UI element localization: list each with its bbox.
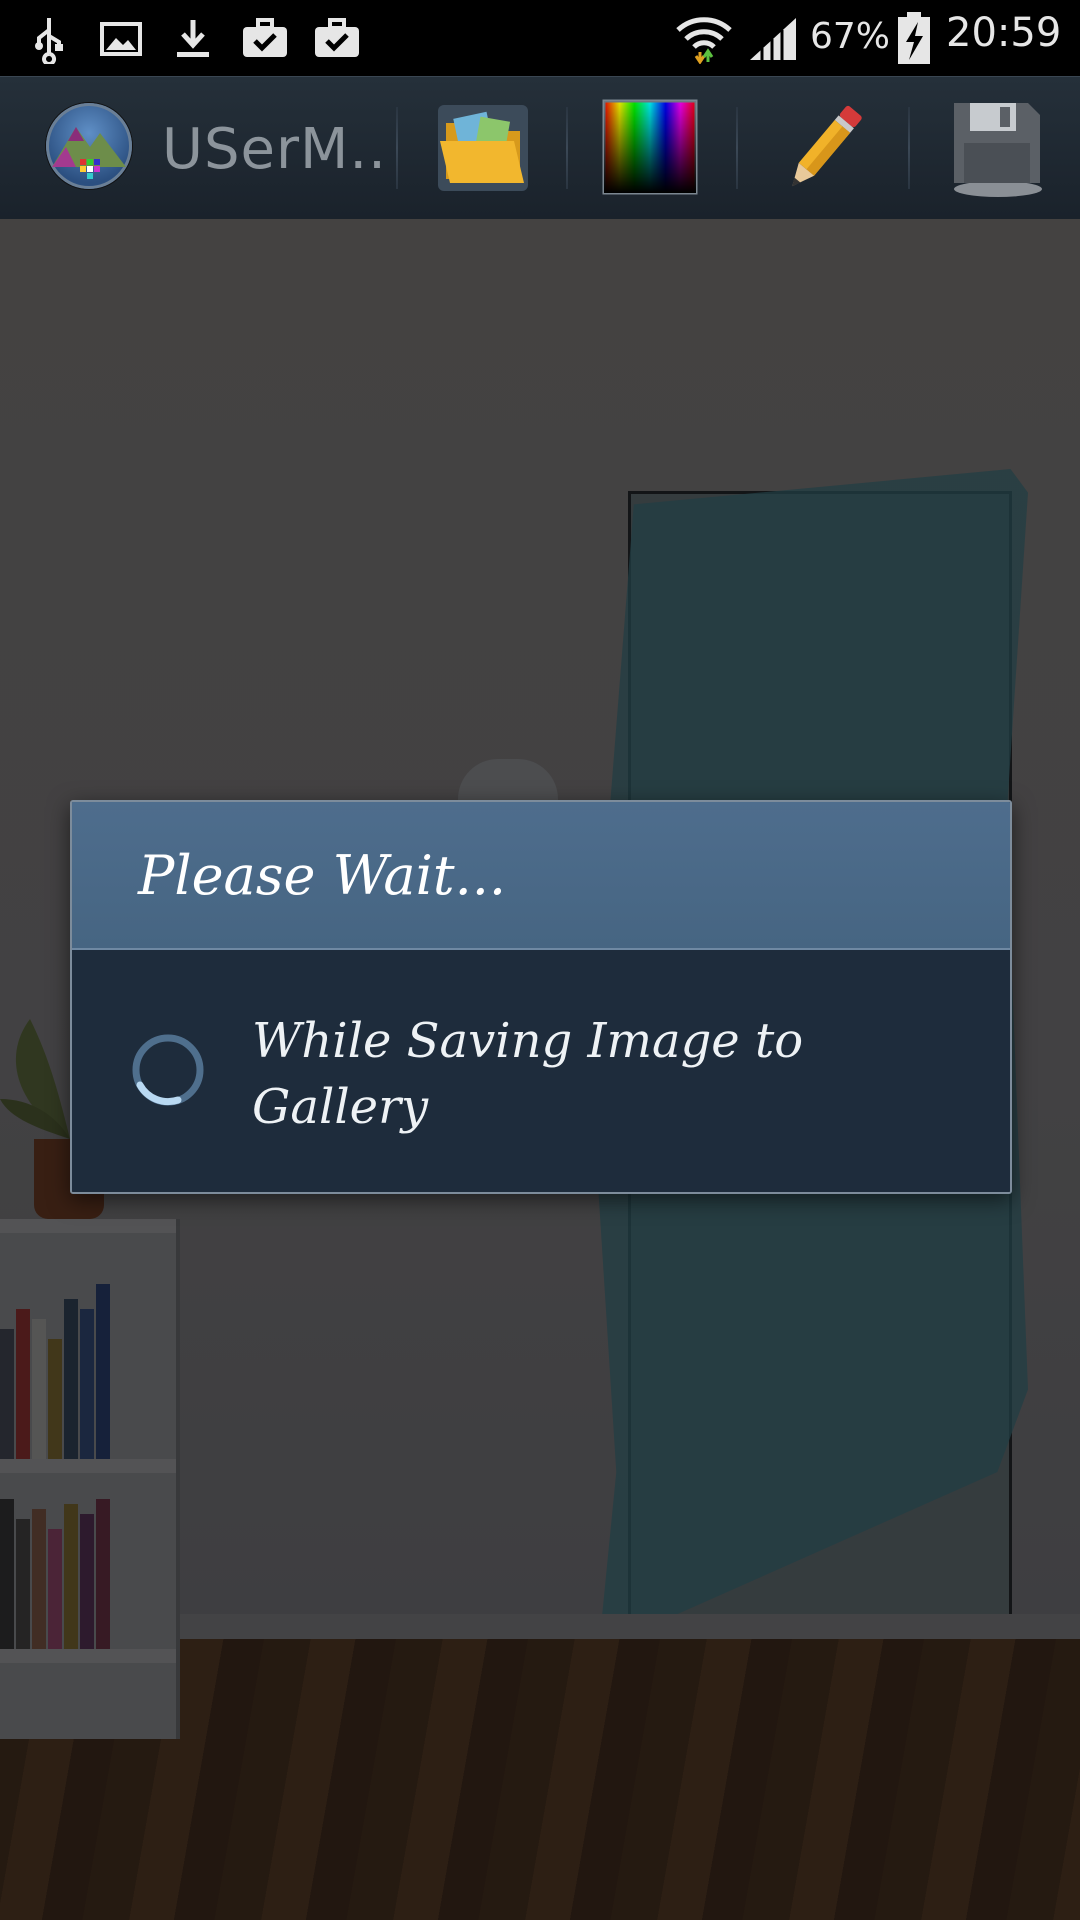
clock: 20:59	[946, 10, 1062, 56]
dialog-body: While Saving Image to Gallery	[72, 950, 1010, 1192]
image-icon	[100, 22, 142, 56]
loading-spinner-icon	[132, 1034, 204, 1106]
dialog-header: Please Wait...	[72, 802, 1010, 950]
toolbar-divider	[566, 107, 568, 189]
usb-icon	[35, 18, 63, 64]
progress-dialog: Please Wait... While Saving Image to Gal…	[70, 800, 1012, 1194]
app-title: USerM..	[162, 117, 387, 182]
save-disk-icon[interactable]	[940, 93, 1050, 203]
dialog-message: While Saving Image to Gallery	[252, 1013, 804, 1135]
download-icon	[177, 20, 209, 57]
toolbar-divider	[736, 107, 738, 189]
dialog-title: Please Wait...	[138, 844, 507, 907]
battery-percent: 67%	[810, 16, 891, 57]
wifi-icon	[676, 17, 732, 64]
toolbar-divider	[908, 107, 910, 189]
toolbar-divider	[396, 107, 398, 189]
briefcase-check-icon	[243, 18, 287, 57]
app-bar: USerM..	[0, 76, 1080, 221]
color-picker-icon[interactable]	[600, 97, 700, 197]
status-bar: 67% 20:59	[0, 0, 1080, 76]
briefcase-check-icon	[315, 18, 359, 57]
pencil-icon[interactable]	[768, 93, 878, 203]
battery-charging-icon	[898, 12, 930, 64]
signal-icon	[750, 18, 796, 60]
open-folder-icon[interactable]	[428, 93, 538, 203]
app-logo-icon[interactable]	[46, 103, 132, 189]
